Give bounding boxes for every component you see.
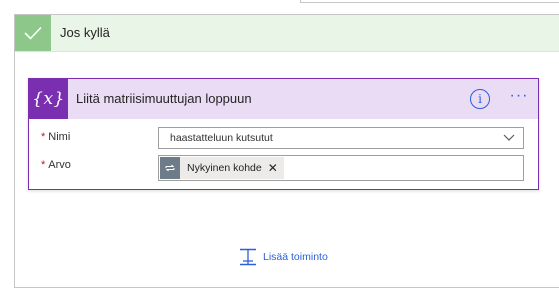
value-input[interactable]: Nykyinen kohde ✕ <box>158 155 524 181</box>
action-card-title: Liitä matriisimuuttujan loppuun <box>76 91 252 106</box>
action-card-header[interactable]: {x} Liitä matriisimuuttujan loppuun i ··… <box>29 79 538 119</box>
chevron-down-icon <box>503 131 515 146</box>
add-action-icon <box>240 248 256 266</box>
close-icon[interactable]: ✕ <box>266 161 284 175</box>
required-indicator: * <box>41 131 46 143</box>
condition-yes-header[interactable]: Jos kyllä <box>15 15 559 52</box>
name-dropdown-value: haastatteluun kutsutut <box>170 132 273 144</box>
checkmark-icon <box>15 15 51 51</box>
current-item-token[interactable]: Nykyinen kohde ✕ <box>160 157 284 179</box>
condition-yes-branch: Jos kyllä {x} Liitä matriisimuuttujan lo… <box>14 14 559 288</box>
condition-yes-title: Jos kyllä <box>60 25 110 40</box>
name-dropdown[interactable]: haastatteluun kutsutut <box>158 127 524 149</box>
loop-icon <box>160 157 180 179</box>
more-ellipsis-icon[interactable]: ··· <box>505 87 533 109</box>
previous-step-border <box>300 0 559 3</box>
variable-icon: {x} <box>29 79 68 119</box>
append-to-array-action-card: {x} Liitä matriisimuuttujan loppuun i ··… <box>28 78 539 190</box>
add-action-label: Lisää toiminto <box>263 251 328 263</box>
name-field-label: * Nimi <box>41 131 71 143</box>
token-label: Nykyinen kohde <box>187 162 262 174</box>
required-indicator: * <box>41 159 46 171</box>
info-icon[interactable]: i <box>470 89 490 109</box>
add-action-button[interactable]: Lisää toiminto <box>239 248 328 266</box>
value-field-label: * Arvo <box>41 159 71 171</box>
